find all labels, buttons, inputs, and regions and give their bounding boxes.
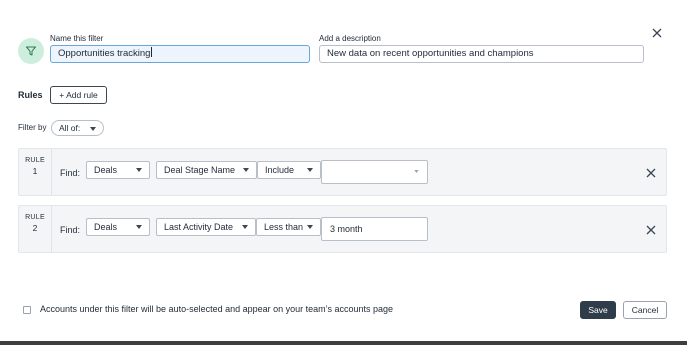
rule-divider	[51, 149, 52, 195]
rule-number-badge: RULE 1	[19, 157, 51, 176]
object-value: Deals	[94, 165, 118, 175]
rule-number: 2	[32, 223, 38, 233]
filter-name-input[interactable]: Opportunities tracking	[50, 45, 310, 63]
add-rule-button[interactable]: + Add rule	[50, 86, 107, 104]
rule-word: RULE	[25, 214, 45, 221]
operator-value: Include	[265, 165, 295, 175]
rule-number: 1	[32, 166, 38, 176]
filter-by-select[interactable]: All of:	[51, 120, 104, 136]
text-cursor	[151, 47, 153, 57]
object-select[interactable]: Deals	[86, 161, 150, 179]
find-label: Find:	[60, 168, 81, 178]
window-bottom-edge	[0, 341, 687, 345]
description-value: New data on recent opportunities and cha…	[327, 48, 534, 59]
remove-rule-icon[interactable]	[644, 223, 658, 237]
rule-card: RULE 2 Find: Deals Last Activity Date Le…	[18, 205, 667, 253]
rule-number-badge: RULE 2	[19, 214, 51, 233]
operator-select[interactable]: Less than	[256, 218, 321, 236]
rule-card: RULE 1 Find: Deals Deal Stage Name Inclu…	[18, 148, 667, 196]
filter-funnel-icon	[18, 38, 44, 64]
chevron-down-icon	[242, 225, 248, 229]
auto-select-description: Accounts under this filter will be auto-…	[40, 304, 394, 314]
value-select[interactable]	[321, 160, 428, 184]
chevron-down-icon	[136, 225, 142, 229]
chevron-down-icon	[307, 168, 313, 172]
rule-word: RULE	[25, 157, 45, 164]
field-value: Deal Stage Name	[164, 165, 236, 175]
object-select[interactable]: Deals	[86, 218, 150, 236]
save-button[interactable]: Save	[580, 301, 616, 319]
object-value: Deals	[94, 222, 118, 232]
operator-value: Less than	[264, 222, 304, 232]
filter-by-value: All of:	[59, 123, 81, 133]
value-input[interactable]: 3 month	[321, 217, 428, 241]
operator-select[interactable]: Include	[257, 161, 321, 179]
rule-value: 3 month	[330, 224, 363, 234]
find-label: Find:	[60, 225, 81, 235]
edit-filter-modal: Name this filter Opportunities tracking …	[0, 0, 687, 341]
field-select[interactable]: Deal Stage Name	[156, 161, 257, 179]
name-filter-label: Name this filter	[50, 34, 104, 43]
chevron-down-icon	[243, 168, 249, 172]
chevron-down-icon	[136, 168, 142, 172]
auto-select-checkbox[interactable]	[23, 306, 31, 314]
field-select[interactable]: Last Activity Date	[156, 218, 256, 236]
filter-name-value: Opportunities tracking	[58, 48, 151, 59]
cancel-button[interactable]: Cancel	[623, 301, 667, 319]
chevron-down-icon	[414, 170, 419, 173]
field-value: Last Activity Date	[164, 222, 234, 232]
remove-rule-icon[interactable]	[644, 166, 658, 180]
close-modal-icon[interactable]	[650, 26, 664, 40]
rules-heading: Rules	[18, 90, 43, 100]
chevron-down-icon	[90, 127, 96, 131]
filter-by-label: Filter by	[18, 123, 47, 132]
description-label: Add a description	[319, 34, 381, 43]
chevron-down-icon	[307, 225, 313, 229]
rule-divider	[51, 206, 52, 252]
description-input[interactable]: New data on recent opportunities and cha…	[319, 45, 644, 63]
